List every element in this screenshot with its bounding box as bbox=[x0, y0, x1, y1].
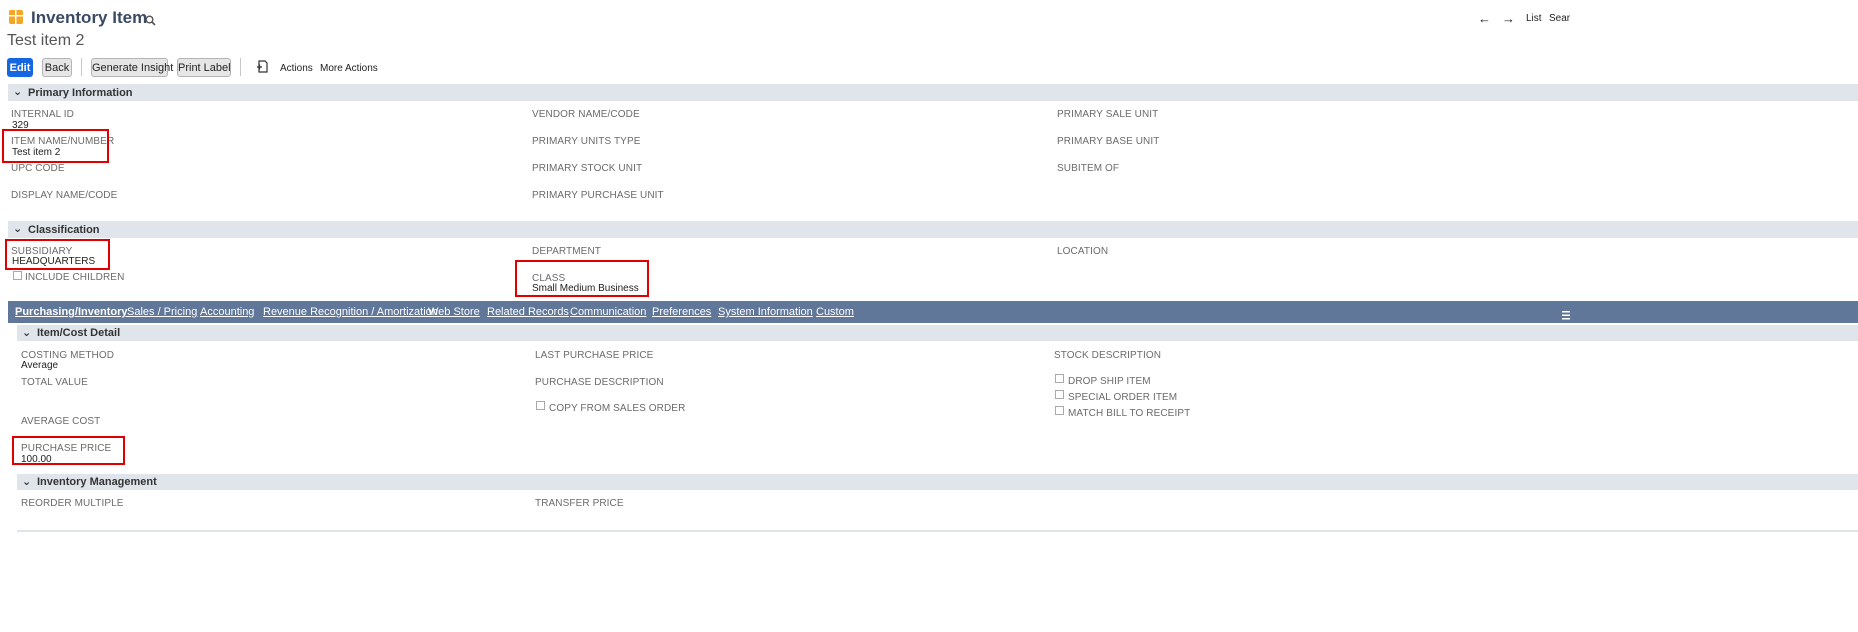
drop-ship-item-checkbox[interactable] bbox=[1055, 374, 1064, 383]
last-purchase-price-label: LAST PURCHASE PRICE bbox=[535, 350, 654, 361]
tab-web-store[interactable]: Web Store bbox=[428, 306, 480, 318]
drop-ship-item-label: DROP SHIP ITEM bbox=[1068, 376, 1151, 387]
tab-preferences[interactable]: Preferences bbox=[652, 306, 711, 318]
section-title: Primary Information bbox=[28, 87, 133, 99]
primary-sale-unit-label: PRIMARY SALE UNIT bbox=[1057, 109, 1159, 120]
print-label-button[interactable]: Print Label bbox=[177, 58, 231, 77]
costing-method-value: Average bbox=[21, 360, 59, 371]
tab-sales-pricing[interactable]: Sales / Pricing bbox=[127, 306, 197, 318]
subitem-of-label: SUBITEM OF bbox=[1057, 163, 1120, 174]
location-label: LOCATION bbox=[1057, 246, 1109, 257]
section-title: Inventory Management bbox=[37, 476, 157, 488]
primary-base-unit-label: PRIMARY BASE UNIT bbox=[1057, 136, 1160, 147]
item-cost-detail-header[interactable]: ⌄ Item/Cost Detail bbox=[17, 325, 1858, 341]
highlight-box bbox=[5, 239, 110, 270]
add-record-icon[interactable] bbox=[256, 60, 269, 73]
tab-revenue-recognition[interactable]: Revenue Recognition / Amortization bbox=[263, 306, 438, 318]
copy-from-sales-order-label: COPY FROM SALES ORDER bbox=[549, 403, 686, 414]
department-label: DEPARTMENT bbox=[532, 246, 601, 257]
section-divider bbox=[17, 530, 1858, 532]
tab-related-records[interactable]: Related Records bbox=[487, 306, 569, 318]
primary-purchase-unit-label: PRIMARY PURCHASE UNIT bbox=[532, 190, 664, 201]
display-name-label: DISPLAY NAME/CODE bbox=[11, 190, 118, 201]
special-order-item-checkbox[interactable] bbox=[1055, 390, 1064, 399]
highlight-box bbox=[12, 436, 125, 465]
section-title: Item/Cost Detail bbox=[37, 327, 121, 339]
section-title: Classification bbox=[28, 224, 100, 236]
highlight-box bbox=[515, 260, 649, 297]
next-record-arrow-icon[interactable]: → bbox=[1502, 11, 1515, 26]
reorder-multiple-label: REORDER MULTIPLE bbox=[21, 498, 124, 509]
edit-button[interactable]: Edit bbox=[7, 58, 33, 77]
tab-menu-icon[interactable] bbox=[1562, 307, 1570, 320]
chevron-down-icon: ⌄ bbox=[22, 476, 32, 488]
toolbar-divider bbox=[240, 58, 241, 76]
record-type-title: Inventory Item bbox=[31, 8, 148, 27]
upc-code-label: UPC CODE bbox=[11, 163, 65, 174]
stock-description-label: STOCK DESCRIPTION bbox=[1054, 350, 1162, 361]
chevron-down-icon: ⌄ bbox=[13, 223, 23, 235]
toolbar-divider bbox=[81, 58, 82, 76]
record-type-icon bbox=[9, 10, 23, 24]
include-children-label: INCLUDE CHILDREN bbox=[25, 272, 125, 283]
primary-stock-unit-label: PRIMARY STOCK UNIT bbox=[532, 163, 643, 174]
total-value-label: TOTAL VALUE bbox=[21, 377, 88, 388]
match-bill-to-receipt-checkbox[interactable] bbox=[1055, 406, 1064, 415]
transfer-price-label: TRANSFER PRICE bbox=[535, 498, 624, 509]
primary-units-type-label: PRIMARY UNITS TYPE bbox=[532, 136, 641, 147]
vendor-name-label: VENDOR NAME/CODE bbox=[532, 109, 640, 120]
more-actions-menu[interactable]: More Actions bbox=[320, 63, 378, 74]
back-button[interactable]: Back bbox=[42, 58, 72, 77]
include-children-checkbox[interactable] bbox=[13, 271, 22, 280]
tab-communication[interactable]: Communication bbox=[570, 306, 646, 318]
chevron-down-icon: ⌄ bbox=[13, 86, 23, 98]
generate-insight-button[interactable]: Generate Insight bbox=[91, 58, 173, 77]
match-bill-to-receipt-label: MATCH BILL TO RECEIPT bbox=[1068, 408, 1191, 419]
tab-purchasing-inventory[interactable]: Purchasing/Inventory bbox=[15, 306, 127, 318]
average-cost-label: AVERAGE COST bbox=[21, 416, 101, 427]
highlight-box bbox=[2, 129, 109, 163]
primary-information-header[interactable]: ⌄ Primary Information bbox=[8, 84, 1858, 101]
chevron-down-icon: ⌄ bbox=[22, 327, 32, 339]
search-link[interactable]: Sear bbox=[1549, 13, 1570, 24]
inventory-management-header[interactable]: ⌄ Inventory Management bbox=[17, 474, 1858, 490]
tab-system-information[interactable]: System Information bbox=[718, 306, 813, 318]
internal-id-label: INTERNAL ID bbox=[11, 109, 74, 120]
tab-accounting[interactable]: Accounting bbox=[200, 306, 254, 318]
search-icon[interactable] bbox=[145, 13, 156, 26]
special-order-item-label: SPECIAL ORDER ITEM bbox=[1068, 392, 1178, 403]
previous-record-arrow-icon[interactable]: ← bbox=[1478, 11, 1491, 26]
classification-header[interactable]: ⌄ Classification bbox=[8, 221, 1858, 238]
actions-menu[interactable]: Actions bbox=[280, 63, 313, 74]
subtab-bar: Purchasing/Inventory Sales / Pricing Acc… bbox=[8, 301, 1858, 323]
purchase-description-label: PURCHASE DESCRIPTION bbox=[535, 377, 664, 388]
copy-from-sales-order-checkbox[interactable] bbox=[536, 401, 545, 410]
record-name: Test item 2 bbox=[7, 32, 85, 49]
tab-custom[interactable]: Custom bbox=[816, 306, 854, 318]
list-link[interactable]: List bbox=[1526, 13, 1542, 24]
